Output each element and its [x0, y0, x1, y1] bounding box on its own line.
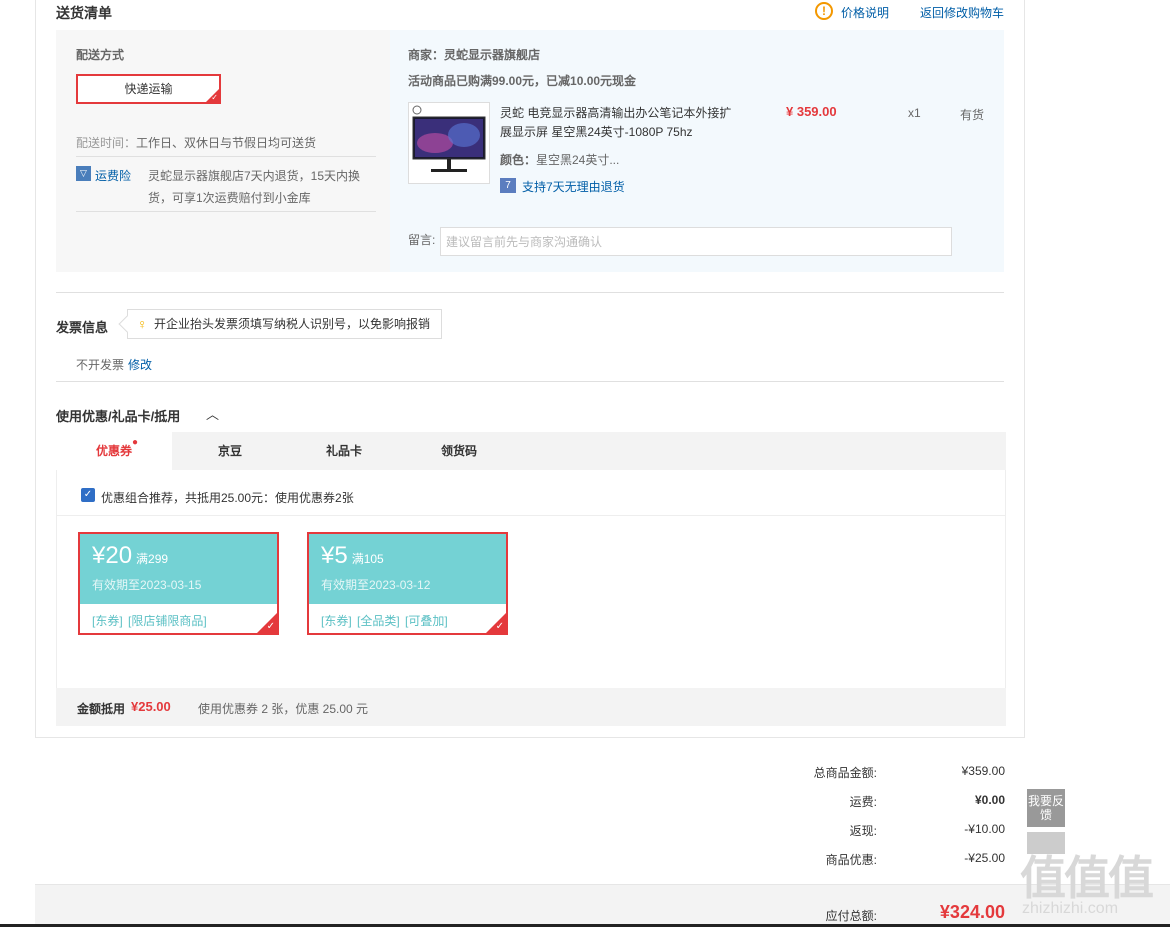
tab-giftcard[interactable]: 礼品卡	[286, 432, 402, 470]
payable-label: 应付总额:	[825, 909, 877, 923]
coupon-card[interactable]: ¥20 满299 有效期至2023-03-15 [东券] [限店铺限商品] ✓	[78, 532, 279, 635]
payable-value: ¥324.00	[939, 902, 1005, 922]
check-icon: ✓	[495, 621, 504, 632]
cashback-label: 返现:	[849, 824, 877, 838]
coupon-top: ¥20 满299 有效期至2023-03-15	[80, 534, 277, 604]
product-price: ¥ 359.00	[786, 104, 837, 119]
tab-pickup-code[interactable]: 领货码	[401, 432, 517, 470]
cashback-value: -¥10.00	[964, 822, 1005, 836]
coupon-expiry: 有效期至2023-03-15	[92, 578, 202, 592]
divider	[57, 515, 1005, 516]
dot-badge: ●	[132, 437, 139, 448]
discount-sum-desc: 使用优惠券 2 张，优惠 25.00 元	[198, 702, 369, 716]
coupon-amount: ¥5 满105	[321, 542, 384, 569]
delivery-method-label: 配送方式	[76, 48, 125, 62]
invoice-tip: ♀ 开企业抬头发票须填写纳税人识别号，以免影响报销	[118, 309, 442, 339]
invoice-value: 不开发票	[76, 358, 125, 372]
total-goods-label: 总商品金额:	[813, 766, 877, 780]
check-icon: ✓	[266, 621, 275, 632]
insurance-desc-2: 货，可享1次运费赔付到小金库	[148, 191, 311, 205]
info-icon: !	[815, 2, 833, 20]
coupon-tags: [东券] [限店铺限商品]	[92, 614, 207, 628]
shield-icon: ▽	[76, 166, 91, 181]
price-note-link[interactable]: 价格说明	[841, 4, 889, 21]
insurance-desc-1: 灵蛇显示器旗舰店7天内退货，15天内换	[148, 169, 361, 183]
chevron-up-icon[interactable]: ︿	[206, 404, 219, 423]
combo-checkbox[interactable]: ✓	[81, 488, 95, 502]
discount-sum-label: 金额抵用	[77, 702, 126, 716]
delivery-time-label: 配送时间：	[76, 136, 137, 150]
lightbulb-icon: ♀	[137, 316, 148, 332]
delivery-method-option[interactable]: 快递运输 ✓	[76, 74, 221, 104]
product-qty: x1	[908, 106, 921, 120]
invoice-edit-link[interactable]: 修改	[128, 356, 152, 373]
product-name-2[interactable]: 展显示屏 星空黑24英寸-1080P 75hz	[500, 123, 693, 140]
tab-jingdou[interactable]: 京豆	[172, 432, 288, 470]
total-goods-value: ¥359.00	[961, 764, 1005, 778]
divider	[56, 292, 1004, 293]
invoice-title: 发票信息	[56, 320, 109, 335]
discount-title[interactable]: 使用优惠/礼品卡/抵用	[56, 406, 180, 425]
feedback-button[interactable]: 我要反馈	[1027, 789, 1065, 827]
combo-text: 优惠组合推荐，共抵用25.00元：使用优惠券2张	[101, 491, 354, 505]
product-name-1[interactable]: 灵蛇 电竞显示器高清输出办公笔记本外接扩	[500, 104, 731, 121]
divider	[76, 211, 376, 212]
coupon-card[interactable]: ¥5 满105 有效期至2023-03-12 [东券] [全品类] [可叠加] ✓	[307, 532, 508, 635]
note-label: 留言:	[408, 233, 436, 247]
discount-tabs: 优惠券 ● 京豆 礼品卡 领货码	[56, 432, 1006, 470]
product-stock: 有货	[960, 108, 985, 122]
back-to-cart-link[interactable]: 返回修改购物车	[920, 4, 1004, 21]
delivery-time-value: 工作日、双休日与节假日均可送货	[136, 136, 317, 150]
delivery-method-value: 快递运输	[124, 82, 173, 96]
insurance-link[interactable]: 运费险	[95, 167, 131, 184]
color-value: 星空黑24英寸...	[536, 153, 620, 167]
discount-sum-value: ¥25.00	[131, 699, 171, 714]
promotion-text: 活动商品已购满99.00元，已减10.00元现金	[408, 74, 637, 88]
return-policy-link[interactable]: 支持7天无理由退货	[522, 178, 625, 195]
coupon-top: ¥5 满105 有效期至2023-03-12	[309, 534, 506, 604]
invoice-tip-text: 开企业抬头发票须填写纳税人识别号，以免影响报销	[154, 317, 431, 331]
divider	[76, 156, 376, 157]
note-input[interactable]	[440, 227, 952, 256]
section-title: 送货清单	[56, 5, 112, 21]
tab-coupon[interactable]: 优惠券 ●	[56, 432, 172, 470]
monitor-icon	[412, 105, 486, 172]
product-image[interactable]	[408, 102, 490, 184]
watermark-logo: 值值值	[1020, 852, 1154, 904]
watermark-site: zhizhizhi.com	[1022, 900, 1119, 917]
divider	[56, 381, 1004, 382]
coupon-expiry: 有效期至2023-03-12	[321, 578, 431, 592]
coupon-tags: [东券] [全品类] [可叠加]	[321, 614, 448, 628]
goods-discount-value: -¥25.00	[964, 851, 1005, 865]
shipping-fee-label: 运费:	[849, 795, 877, 809]
coupon-amount: ¥20 满299	[92, 542, 169, 569]
shipping-fee-value: ¥0.00	[974, 793, 1005, 807]
goods-discount-label: 商品优惠:	[825, 853, 877, 867]
check-icon: ✓	[211, 93, 218, 102]
return-7day-icon: 7	[500, 178, 516, 193]
discount-summary: 金额抵用 ¥25.00 使用优惠券 2 张，优惠 25.00 元	[56, 688, 1006, 726]
merchant-name: 商家：灵蛇显示器旗舰店	[408, 48, 541, 62]
color-label: 颜色：	[500, 153, 537, 167]
